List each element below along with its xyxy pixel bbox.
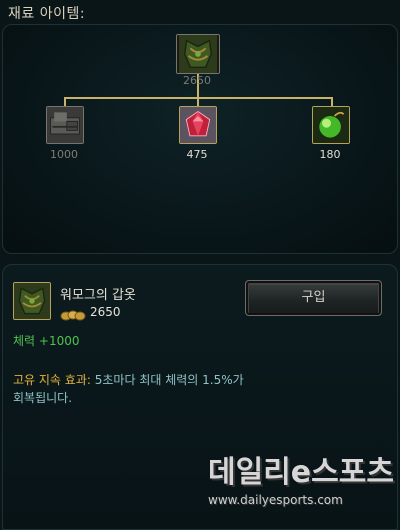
passive-description-line1: 5초마다 최대 체력의 1.5%가 (94, 373, 244, 387)
item-name: 워모그의 갑옷 (60, 288, 136, 303)
watermark-logo: 데일리e스포츠 www.dailyesports.com (208, 455, 394, 525)
component-item-1[interactable] (46, 106, 84, 144)
tree-connector (331, 97, 333, 106)
tree-connector (64, 97, 66, 106)
passive-description-line2: 회복됩니다. (13, 391, 73, 405)
item-stat-health: 체력 +1000 (13, 334, 80, 348)
gold-coin-icon (60, 306, 86, 321)
passive-label: 고유 지속 효과: (13, 373, 91, 387)
giants-belt-icon (47, 107, 83, 143)
item-cost: 2650 (90, 305, 121, 319)
detail-item-icon (13, 282, 51, 320)
watermark-title: 데일리e스포츠 (208, 455, 394, 490)
component-price-1: 1000 (50, 148, 78, 161)
root-item-price: 2650 (183, 74, 211, 87)
component-item-3[interactable] (312, 106, 350, 144)
tree-connector (197, 97, 199, 106)
warmogs-armor-icon (179, 35, 217, 73)
warmogs-armor-icon (14, 283, 50, 319)
component-item-2[interactable] (179, 106, 217, 144)
buy-button[interactable]: 구입 (245, 280, 382, 316)
root-item-warmogs-armor[interactable] (176, 34, 220, 74)
passive-effect: 고유 지속 효과: 5초마다 최대 체력의 1.5%가 (13, 371, 244, 388)
watermark-url: www.dailyesports.com (208, 493, 343, 507)
rejuvenation-bead-icon (313, 107, 349, 143)
component-price-3: 180 (319, 148, 341, 161)
section-title: 재료 아이템: (8, 6, 86, 22)
component-price-2: 475 (186, 148, 208, 161)
ruby-crystal-icon (180, 107, 216, 143)
